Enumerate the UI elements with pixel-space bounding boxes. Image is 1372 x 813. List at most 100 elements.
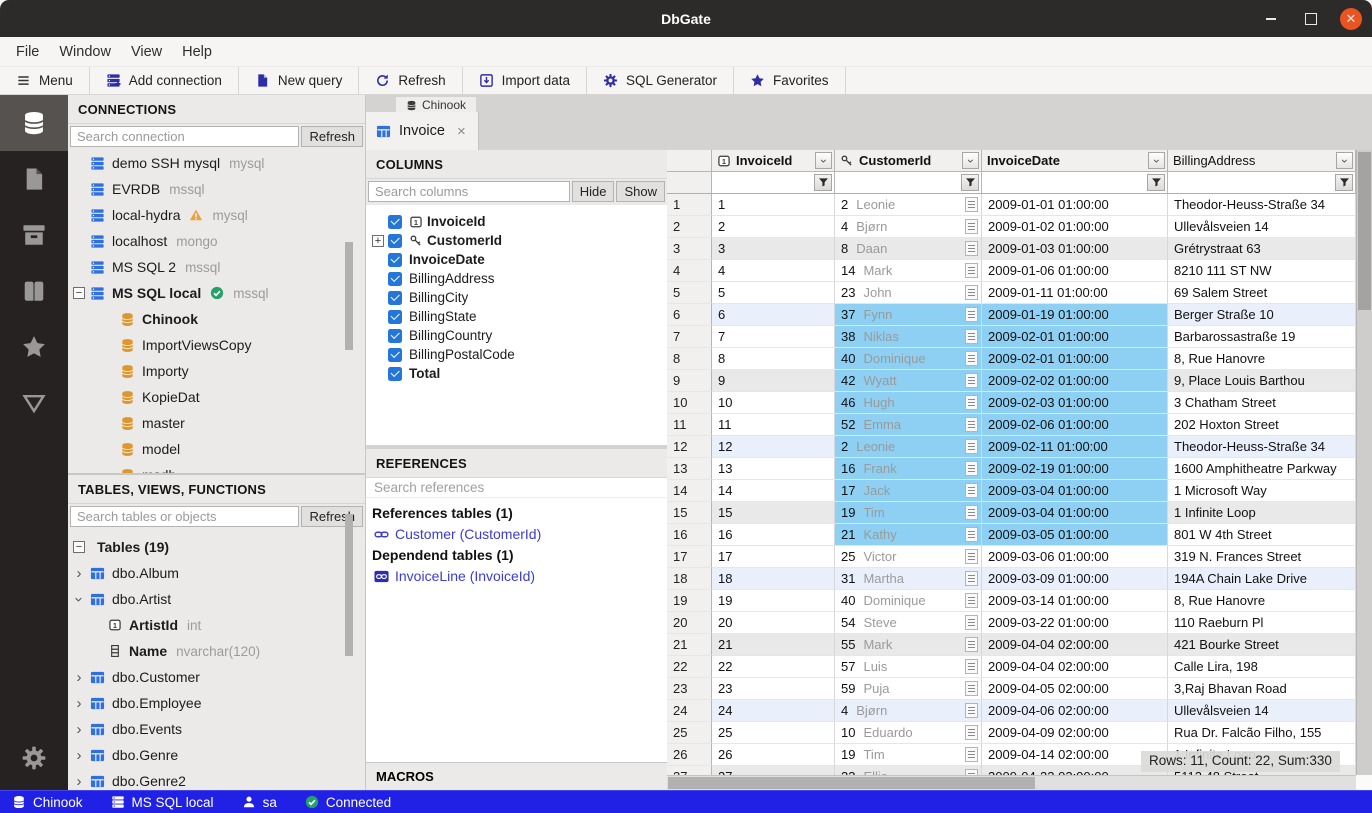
document-icon[interactable] xyxy=(965,373,978,388)
scrollbar-thumb[interactable] xyxy=(668,777,1035,789)
row-number-cell[interactable]: 2 xyxy=(667,216,712,238)
tables-scrollbar[interactable] xyxy=(345,514,353,656)
grid-column-header-invoicedate[interactable]: InvoiceDate› xyxy=(982,150,1168,172)
sidebar-item-archive[interactable] xyxy=(0,207,68,263)
cell-billingaddress[interactable]: Theodor-Heuss-Straße 34 xyxy=(1168,436,1356,458)
checkbox-checked[interactable] xyxy=(388,253,402,267)
connection-item[interactable]: local-hydramysql xyxy=(68,202,365,228)
document-icon[interactable] xyxy=(965,219,978,234)
row-number-cell[interactable]: 13 xyxy=(667,458,712,480)
cell-customerid[interactable]: 59Puja xyxy=(835,678,982,700)
connection-item[interactable]: Chinook xyxy=(68,306,365,332)
cell-customerid[interactable]: 4Bjørn xyxy=(835,216,982,238)
column-toggle-row[interactable]: BillingState xyxy=(366,307,667,326)
reference-link[interactable]: Customer (CustomerId) xyxy=(372,524,667,544)
cell-invoicedate[interactable]: 2009-04-04 02:00:00 xyxy=(982,656,1168,678)
filter-button[interactable] xyxy=(814,174,832,191)
cell-billingaddress[interactable]: 1 Infinite Loop xyxy=(1168,502,1356,524)
column-toggle-row[interactable]: BillingCity xyxy=(366,288,667,307)
cell-invoiceid[interactable]: 12 xyxy=(712,436,835,458)
document-icon[interactable] xyxy=(965,483,978,498)
tree-item-table[interactable]: ›dbo.Events xyxy=(68,716,365,742)
grid-horizontal-scrollbar[interactable] xyxy=(667,775,1356,790)
row-number-cell[interactable]: 4 xyxy=(667,260,712,282)
tab-invoice[interactable]: Invoice × xyxy=(366,112,479,150)
cell-billingaddress[interactable]: Ullevålsveien 14 xyxy=(1168,700,1356,722)
row-number-cell[interactable]: 22 xyxy=(667,656,712,678)
cell-billingaddress[interactable]: 8210 111 ST NW xyxy=(1168,260,1356,282)
cell-invoiceid[interactable]: 23 xyxy=(712,678,835,700)
row-number-cell[interactable]: 1 xyxy=(667,194,712,216)
cell-invoiceid[interactable]: 27 xyxy=(712,766,835,775)
scrollbar-thumb[interactable] xyxy=(1358,152,1371,310)
cell-customerid[interactable]: 46Hugh xyxy=(835,392,982,414)
cell-billingaddress[interactable]: 1 Microsoft Way xyxy=(1168,480,1356,502)
cell-billingaddress[interactable]: 3,Raj Bhavan Road xyxy=(1168,678,1356,700)
cell-invoicedate[interactable]: 2009-01-19 01:00:00 xyxy=(982,304,1168,326)
row-number-cell[interactable]: 27 xyxy=(667,766,712,775)
sql-generator-button[interactable]: SQL Generator xyxy=(587,67,734,94)
chevron-right-icon[interactable]: › xyxy=(73,773,85,790)
chevron-right-icon[interactable]: › xyxy=(73,747,85,764)
cell-invoiceid[interactable]: 21 xyxy=(712,634,835,656)
cell-customerid[interactable]: 54Steve xyxy=(835,612,982,634)
cell-invoicedate[interactable]: 2009-02-11 01:00:00 xyxy=(982,436,1168,458)
tree-item-table[interactable]: ›dbo.Genre2 xyxy=(68,768,365,790)
cell-customerid[interactable]: 19Tim xyxy=(835,502,982,524)
tree-item-column[interactable]: Namenvarchar(120) xyxy=(68,638,365,664)
column-toggle-row[interactable]: BillingAddress xyxy=(366,269,667,288)
connections-scrollbar[interactable] xyxy=(345,242,353,350)
cell-customerid[interactable]: 42Wyatt xyxy=(835,370,982,392)
add-connection-button[interactable]: Add connection xyxy=(90,67,239,94)
connection-item[interactable]: model xyxy=(68,436,365,462)
row-number-cell[interactable]: 18 xyxy=(667,568,712,590)
cell-invoiceid[interactable]: 5 xyxy=(712,282,835,304)
row-number-cell[interactable]: 5 xyxy=(667,282,712,304)
tree-item-table[interactable]: ›dbo.Genre xyxy=(68,742,365,768)
status-item-chinook[interactable]: Chinook xyxy=(12,795,83,810)
cell-invoicedate[interactable]: 2009-01-03 01:00:00 xyxy=(982,238,1168,260)
cell-customerid[interactable]: 8Daan xyxy=(835,238,982,260)
sidebar-item-history[interactable] xyxy=(0,263,68,319)
cell-invoiceid[interactable]: 7 xyxy=(712,326,835,348)
sidebar-item-connections[interactable] xyxy=(0,95,68,151)
tree-item-column[interactable]: 1ArtistIdint xyxy=(68,612,365,638)
cell-customerid[interactable]: 16Frank xyxy=(835,458,982,480)
cell-invoicedate[interactable]: 2009-01-11 01:00:00 xyxy=(982,282,1168,304)
chevron-down-icon[interactable]: › xyxy=(71,593,88,605)
filter-input[interactable] xyxy=(983,173,1145,192)
column-toggle-row[interactable]: 1InvoiceId xyxy=(366,212,667,231)
row-number-cell[interactable]: 24 xyxy=(667,700,712,722)
references-search-input[interactable] xyxy=(366,478,667,498)
column-menu-button[interactable]: › xyxy=(815,152,832,169)
document-icon[interactable] xyxy=(965,329,978,344)
cell-customerid[interactable]: 40Dominique xyxy=(835,590,982,612)
cell-invoiceid[interactable]: 14 xyxy=(712,480,835,502)
column-toggle-row[interactable]: InvoiceDate xyxy=(366,250,667,269)
sidebar-item-filters[interactable] xyxy=(0,375,68,431)
document-icon[interactable] xyxy=(965,571,978,586)
row-number-cell[interactable]: 9 xyxy=(667,370,712,392)
tables-refresh-button[interactable]: Refresh xyxy=(301,506,363,527)
document-icon[interactable] xyxy=(965,263,978,278)
cell-invoiceid[interactable]: 18 xyxy=(712,568,835,590)
cell-billingaddress[interactable]: 69 Salem Street xyxy=(1168,282,1356,304)
document-icon[interactable] xyxy=(965,703,978,718)
cell-invoiceid[interactable]: 2 xyxy=(712,216,835,238)
sidebar-item-favorites[interactable] xyxy=(0,319,68,375)
document-icon[interactable] xyxy=(965,395,978,410)
connection-item[interactable]: −MS SQL localmssql xyxy=(68,280,365,306)
connection-item[interactable]: EVRDBmssql xyxy=(68,176,365,202)
cell-billingaddress[interactable]: 194A Chain Lake Drive xyxy=(1168,568,1356,590)
cell-invoiceid[interactable]: 10 xyxy=(712,392,835,414)
filter-button[interactable] xyxy=(1147,174,1165,191)
grid-vertical-scrollbar[interactable] xyxy=(1356,150,1372,775)
cell-billingaddress[interactable]: Ullevålsveien 14 xyxy=(1168,216,1356,238)
cell-invoiceid[interactable]: 11 xyxy=(712,414,835,436)
filter-input[interactable] xyxy=(836,173,959,192)
import-data-button[interactable]: Import data xyxy=(463,67,587,94)
collapse-expander[interactable]: − xyxy=(73,541,85,553)
cell-billingaddress[interactable]: Theodor-Heuss-Straße 34 xyxy=(1168,194,1356,216)
cell-invoicedate[interactable]: 2009-02-01 01:00:00 xyxy=(982,326,1168,348)
cell-customerid[interactable]: 38Niklas xyxy=(835,326,982,348)
